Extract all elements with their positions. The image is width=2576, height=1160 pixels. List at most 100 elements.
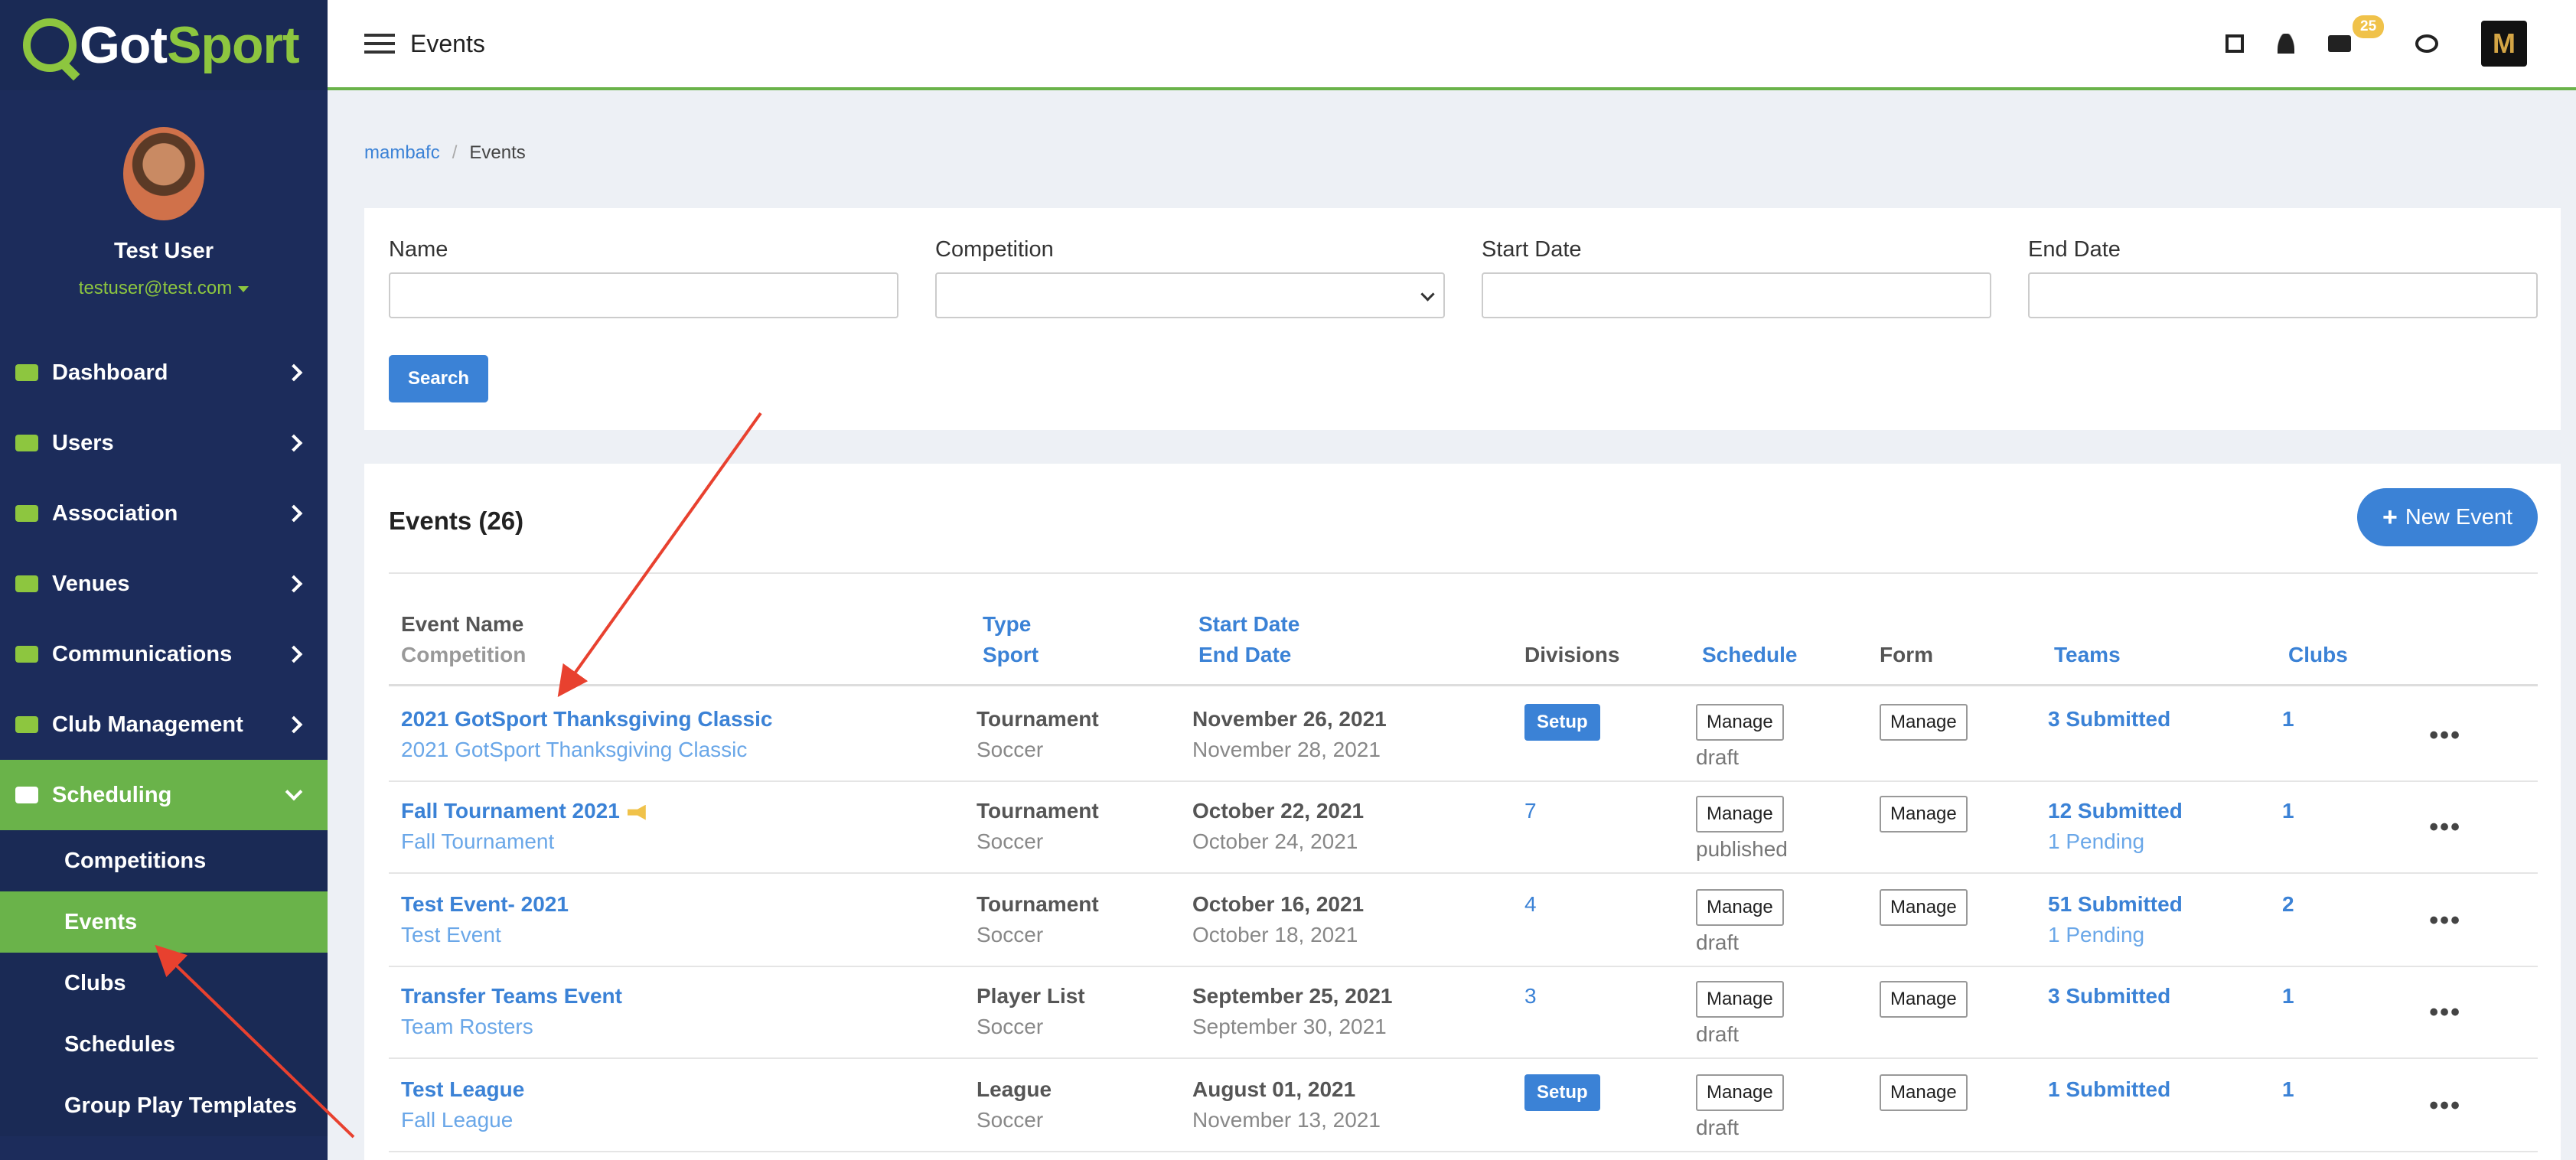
- end-date-input[interactable]: [2028, 272, 2538, 318]
- more-options-icon[interactable]: •••: [2429, 721, 2461, 751]
- teams-pending-link[interactable]: 1 Pending: [2048, 920, 2183, 950]
- chevron-right-icon: [285, 434, 303, 452]
- teams-submitted-link[interactable]: 3 Submitted: [2048, 981, 2170, 1012]
- table-row: Test League Fall League League Soccer August…: [389, 1059, 2538, 1152]
- competition-link[interactable]: Test Event: [401, 920, 569, 950]
- events-card: Events (26) + New Event Event Name Compet…: [364, 464, 2561, 1160]
- top-bar: Events 25 M: [328, 0, 2576, 90]
- header-end-date[interactable]: End Date: [1198, 643, 1291, 667]
- divisions-count-link[interactable]: 7: [1524, 796, 1537, 826]
- teams-submitted-link[interactable]: 1 Submitted: [2048, 1074, 2170, 1105]
- header-type[interactable]: Type: [983, 612, 1031, 637]
- setup-button[interactable]: Setup: [1524, 1074, 1600, 1111]
- sidebar-item-users[interactable]: Users: [0, 408, 328, 478]
- sidebar-item-scheduling[interactable]: Scheduling: [0, 760, 328, 830]
- chevron-right-icon: [285, 504, 303, 523]
- form-manage-button[interactable]: Manage: [1880, 1074, 1968, 1111]
- form-manage-button[interactable]: Manage: [1880, 889, 1968, 926]
- table-row: Transfer Teams Event Team Rosters Player L…: [389, 966, 2538, 1059]
- form-manage-button[interactable]: Manage: [1880, 981, 1968, 1018]
- clubs-count-link[interactable]: 1: [2282, 704, 2294, 735]
- teams-submitted-link[interactable]: 12 Submitted: [2048, 796, 2183, 826]
- competition-label: Competition: [935, 237, 1054, 262]
- divisions-cell: 3: [1524, 981, 1537, 1012]
- chevron-right-icon: [285, 645, 303, 663]
- gotsport-logo[interactable]: GotSport: [0, 0, 328, 90]
- sidebar-item-communications[interactable]: Communications: [0, 619, 328, 689]
- competition-link[interactable]: 2021 GotSport Thanksgiving Classic: [401, 735, 772, 765]
- end-date: October 18, 2021: [1192, 923, 1358, 947]
- schedule-status: draft: [1696, 745, 1740, 769]
- breadcrumb: mambafc / Events: [364, 142, 526, 164]
- schedule-manage-button[interactable]: Manage: [1696, 704, 1784, 741]
- more-options-icon[interactable]: •••: [2429, 998, 2461, 1028]
- clubs-count-link[interactable]: 1: [2282, 796, 2294, 826]
- clubs-count-link[interactable]: 1: [2282, 1074, 2294, 1105]
- teams-pending-link[interactable]: 1 Pending: [2048, 826, 2183, 857]
- schedule-manage-button[interactable]: Manage: [1696, 1074, 1784, 1111]
- user-icon[interactable]: [2278, 34, 2294, 54]
- breadcrumb-current: Events: [469, 142, 526, 163]
- type-cell: Tournament Soccer: [977, 796, 1099, 857]
- event-name-link[interactable]: Transfer Teams Event: [401, 984, 622, 1008]
- header-competition[interactable]: Competition: [401, 643, 526, 667]
- more-options-icon[interactable]: •••: [2429, 813, 2461, 842]
- event-name-link[interactable]: Test League: [401, 1077, 524, 1101]
- competition-select[interactable]: [935, 272, 1445, 318]
- table-row: Fall Tournament 2021 Fall Tournament Tourn…: [389, 780, 2538, 874]
- header-clubs[interactable]: Clubs: [2288, 643, 2348, 667]
- more-options-icon[interactable]: •••: [2429, 1091, 2461, 1121]
- mail-icon[interactable]: 25: [2328, 15, 2385, 52]
- sidebar-item-club-management[interactable]: Club Management: [0, 689, 328, 760]
- profile-email-dropdown[interactable]: testuser@test.com: [0, 278, 328, 299]
- form-manage-button[interactable]: Manage: [1880, 704, 1968, 741]
- qr-code-icon[interactable]: [2225, 34, 2244, 53]
- divisions-count-link[interactable]: 3: [1524, 981, 1537, 1012]
- event-name-cell: Test League Fall League: [401, 1074, 524, 1136]
- competition-link[interactable]: Fall Tournament: [401, 826, 646, 857]
- start-date: August 01, 2021: [1192, 1077, 1356, 1101]
- header-schedule[interactable]: Schedule: [1702, 643, 1797, 667]
- setup-button[interactable]: Setup: [1524, 704, 1600, 741]
- competition-link[interactable]: Fall League: [401, 1105, 524, 1136]
- event-name-link[interactable]: Fall Tournament 2021: [401, 799, 620, 823]
- sidebar-item-dashboard[interactable]: Dashboard: [0, 337, 328, 408]
- start-date: October 16, 2021: [1192, 892, 1365, 916]
- search-button[interactable]: Search: [389, 355, 488, 402]
- new-event-button[interactable]: + New Event: [2357, 488, 2538, 546]
- teams-submitted-link[interactable]: 3 Submitted: [2048, 704, 2170, 735]
- clubs-count-link[interactable]: 1: [2282, 981, 2294, 1012]
- teams-submitted-link[interactable]: 51 Submitted: [2048, 889, 2183, 920]
- divisions-count-link[interactable]: 4: [1524, 889, 1537, 920]
- schedule-manage-button[interactable]: Manage: [1696, 981, 1784, 1018]
- sidebar-item-association[interactable]: Association: [0, 478, 328, 549]
- more-options-icon[interactable]: •••: [2429, 906, 2461, 936]
- schedule-manage-button[interactable]: Manage: [1696, 796, 1784, 833]
- form-manage-button[interactable]: Manage: [1880, 796, 1968, 833]
- header-teams[interactable]: Teams: [2054, 643, 2121, 667]
- schedule-manage-button[interactable]: Manage: [1696, 889, 1784, 926]
- header-event-name[interactable]: Event Name: [401, 612, 523, 637]
- event-name-link[interactable]: 2021 GotSport Thanksgiving Classic: [401, 707, 772, 731]
- avatar[interactable]: [123, 127, 204, 220]
- clubs-count-link[interactable]: 2: [2282, 889, 2294, 920]
- club-logo[interactable]: M: [2481, 21, 2527, 67]
- header-sport[interactable]: Sport: [983, 643, 1039, 667]
- comments-icon[interactable]: [2415, 34, 2438, 53]
- form-cell: Manage: [1880, 981, 1968, 1018]
- sidebar-subitem-competitions[interactable]: Competitions: [0, 830, 328, 891]
- sidebar-subitem-schedules[interactable]: Schedules: [0, 1014, 328, 1075]
- event-name-link[interactable]: Test Event- 2021: [401, 892, 569, 916]
- sidebar-subitem-group-play-templates[interactable]: Group Play Templates: [0, 1075, 328, 1136]
- event-sport: Soccer: [977, 923, 1044, 947]
- hamburger-menu-icon[interactable]: [364, 34, 395, 54]
- sidebar-item-venues[interactable]: Venues: [0, 549, 328, 619]
- name-input[interactable]: [389, 272, 898, 318]
- sidebar-subitem-clubs[interactable]: Clubs: [0, 953, 328, 1014]
- breadcrumb-root[interactable]: mambafc: [364, 142, 440, 163]
- header-start-date[interactable]: Start Date: [1198, 612, 1299, 637]
- start-date-input[interactable]: [1482, 272, 1991, 318]
- competition-link[interactable]: Team Rosters: [401, 1012, 622, 1042]
- logo-mark-icon: [23, 18, 77, 72]
- sidebar-subitem-events[interactable]: Events: [0, 891, 328, 953]
